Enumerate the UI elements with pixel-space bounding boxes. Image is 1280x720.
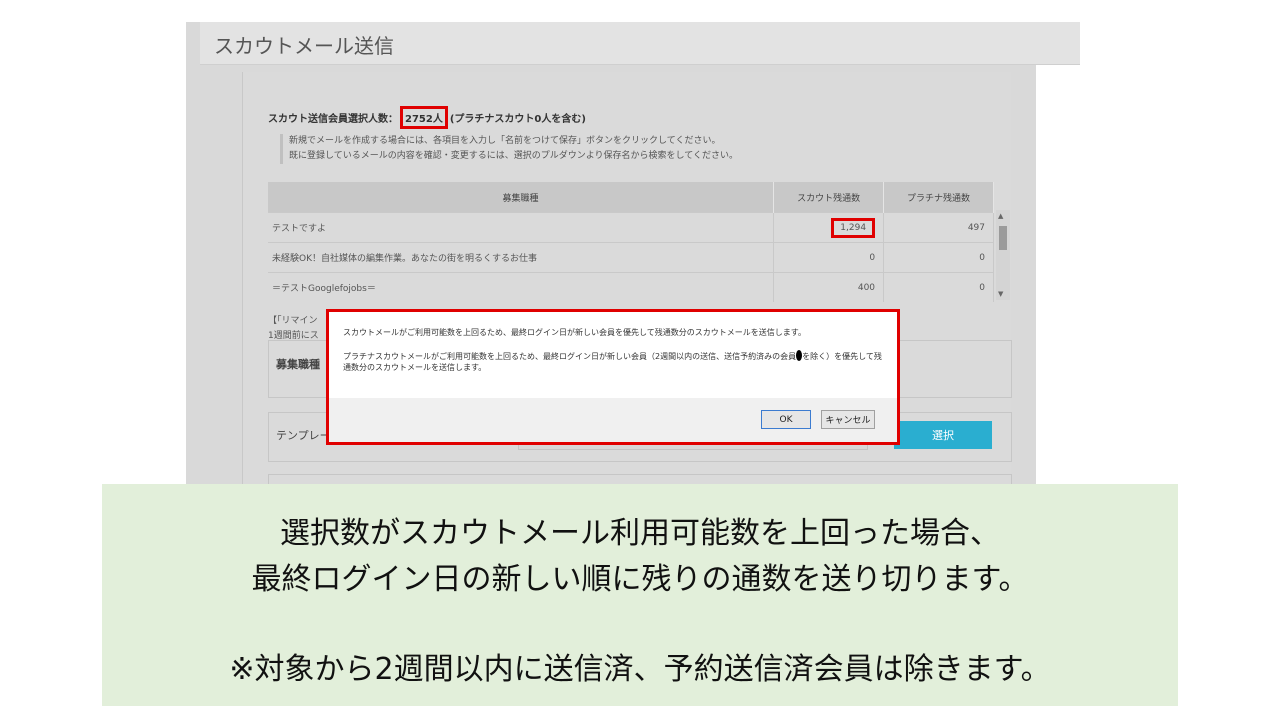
dialog-message: スカウトメールがご利用可能数を上回るため、最終ログイン日が新しい会員を優先して残… xyxy=(343,328,806,337)
reminder-line: 【「リマイン xyxy=(268,316,318,326)
dialog-message-part: プラチナスカウトメールがご利用可能数を上回るため、最終ログイン日が新しい会員（2… xyxy=(343,352,797,361)
scout-remaining: 1,294 xyxy=(773,212,885,243)
dialog-footer: OK キャンセル xyxy=(329,398,897,442)
job-name: テストですよ xyxy=(268,212,775,243)
job-name: ＝テストGooglefojobs＝ xyxy=(268,272,775,302)
selected-count-highlight: 2752人 xyxy=(400,106,448,129)
scout-remaining-highlight: 1,294 xyxy=(831,217,876,238)
jobtype-label: 募集職種 xyxy=(276,358,320,371)
table-row[interactable]: ＝テストGooglefojobs＝ 400 0 xyxy=(268,272,994,302)
table-header-row: 募集職種 スカウト残通数 プラチナ残通数 xyxy=(268,182,994,213)
scroll-thumb[interactable] xyxy=(999,226,1007,250)
job-name: 未経験OK！自社媒体の編集作業。あなたの街を明るくするお仕事 xyxy=(268,242,775,273)
column-header: 募集職種 xyxy=(268,182,775,213)
selected-count-line: スカウト送信会員選択人数： 2752人 (プラチナスカウト0人を含む) xyxy=(268,106,586,129)
count-suffix: (プラチナスカウト0人を含む) xyxy=(449,114,586,125)
table-scrollbar[interactable]: ▲ ▼ xyxy=(996,210,1010,300)
confirm-dialog: スカウトメールがご利用可能数を上回るため、最終ログイン日が新しい会員を優先して残… xyxy=(326,309,900,445)
scout-remaining: 400 xyxy=(773,272,885,302)
count-prefix: スカウト送信会員選択人数： xyxy=(268,114,398,125)
platinum-remaining: 0 xyxy=(883,272,994,302)
ok-button[interactable]: OK xyxy=(761,410,811,429)
cancel-button[interactable]: キャンセル xyxy=(821,410,875,429)
select-button[interactable]: 選択 xyxy=(894,421,992,449)
scroll-down-icon[interactable]: ▼ xyxy=(998,290,1003,298)
scroll-up-icon[interactable]: ▲ xyxy=(998,212,1003,220)
platinum-remaining: 497 xyxy=(883,212,994,243)
platinum-remaining: 0 xyxy=(883,242,994,273)
dialog-message: プラチナスカウトメールがご利用可能数を上回るため、最終ログイン日が新しい会員（2… xyxy=(343,350,885,373)
note-line: 新規でメールを作成する場合には、各項目を入力し「名前をつけて保存」ボタンをクリッ… xyxy=(289,136,721,146)
table-row[interactable]: 未経験OK！自社媒体の編集作業。あなたの街を明るくするお仕事 0 0 xyxy=(268,242,994,273)
column-header: スカウト残通数 xyxy=(773,182,885,213)
caption-line: 選択数がスカウトメール利用可能数を上回った場合、 xyxy=(280,516,1000,551)
table-row[interactable]: テストですよ 1,294 497 xyxy=(268,212,994,243)
caption-note: ※対象から2週間以内に送信済、予約送信済会員は除きます。 xyxy=(229,652,1051,687)
instruction-note: 新規でメールを作成する場合には、各項目を入力し「名前をつけて保存」ボタンをクリッ… xyxy=(280,134,738,164)
template-label: テンプレー xyxy=(276,429,331,442)
caption-line: 最終ログイン日の新しい順に残りの通数を送り切ります。 xyxy=(251,562,1029,597)
job-table: 募集職種 スカウト残通数 プラチナ残通数 テストですよ 1,294 497 未経… xyxy=(268,182,994,302)
dialog-body: スカウトメールがご利用可能数を上回るため、最終ログイン日が新しい会員を優先して残… xyxy=(329,312,897,397)
explanation-caption: 選択数がスカウトメール利用可能数を上回った場合、 最終ログイン日の新しい順に残り… xyxy=(102,484,1178,706)
note-line: 既に登録しているメールの内容を確認・変更するには、選択のプルダウンより保存名から… xyxy=(289,151,739,161)
column-header: プラチナ残通数 xyxy=(883,182,994,213)
scout-remaining: 0 xyxy=(773,242,885,273)
page-title: スカウトメール送信 xyxy=(214,34,394,58)
